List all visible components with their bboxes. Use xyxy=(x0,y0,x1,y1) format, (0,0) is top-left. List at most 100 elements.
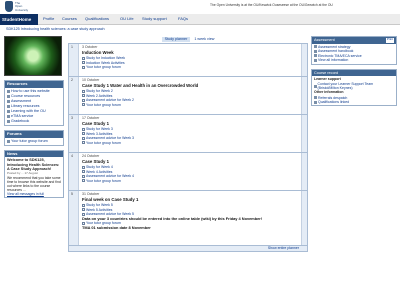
link-icon xyxy=(314,49,317,53)
week-item-label: Your tutor group forum xyxy=(86,178,121,183)
week-number: 4 xyxy=(69,153,79,190)
show-entire-planner-link[interactable]: Show entire planner xyxy=(68,245,308,252)
banner-text: The Open University is at the OU/Keswick… xyxy=(210,3,333,7)
top-banner: The Open University The Open University … xyxy=(0,0,400,14)
link-icon xyxy=(314,45,317,49)
news-headline: Welcome to SDK125, Introducing Health Sc… xyxy=(7,158,60,172)
assessment-icon xyxy=(82,136,85,140)
resources-item-label: How to use this website xyxy=(11,89,50,94)
ou-logo[interactable]: The Open University xyxy=(5,1,28,13)
print-button[interactable]: Print xyxy=(385,37,394,43)
learner-support-label: Contact your Learner Support Team (Brist… xyxy=(317,82,374,91)
news-box: News Welcome to SDK125, Introducing Heal… xyxy=(4,149,64,199)
resources-item-label: Assessment xyxy=(11,99,32,104)
activity-icon xyxy=(82,208,85,212)
link-icon xyxy=(7,109,10,113)
week-number: 2 xyxy=(69,77,79,114)
week-side xyxy=(301,115,307,152)
view-all-news-link[interactable]: View all messages in full xyxy=(7,192,61,196)
news-title: News xyxy=(5,150,63,158)
assessment-title: Assessment xyxy=(314,38,335,42)
study-icon xyxy=(82,165,85,169)
main-nav: StudentHome Profile Courses Qualificatio… xyxy=(0,14,400,25)
studenthome-brand[interactable]: StudentHome xyxy=(0,14,38,25)
week-item-label: Your tutor group forum xyxy=(86,65,121,70)
planner-label: Study planner xyxy=(161,37,191,42)
link-icon xyxy=(314,58,317,62)
tab-ou-life[interactable]: OU Life xyxy=(120,16,134,22)
other-info-label: Qualifications linked xyxy=(318,100,350,105)
resources-title: Resources xyxy=(5,81,63,88)
news-body: We recommend that you take some time to … xyxy=(7,175,61,192)
week-side xyxy=(301,77,307,114)
week-item[interactable]: Your tutor group forum xyxy=(82,65,298,70)
week-item[interactable]: Your tutor group forum xyxy=(82,141,298,146)
link-icon xyxy=(7,119,10,123)
assessment-item[interactable]: View all information xyxy=(314,58,394,63)
ou-shield-icon xyxy=(5,1,13,12)
week-number: 1 xyxy=(69,44,79,76)
week-row: 1 3 October Induction Week Study for Ind… xyxy=(68,43,308,76)
week-number: 3 xyxy=(69,115,79,152)
forum-icon xyxy=(82,65,85,69)
study-icon xyxy=(82,56,85,60)
tab-faqs[interactable]: FAQs xyxy=(178,16,188,22)
forums-box: Forums Your tutor group forum xyxy=(4,129,64,146)
tab-courses[interactable]: Courses xyxy=(62,16,77,22)
course-record-box: Course record Learner support Contact yo… xyxy=(311,68,397,107)
activity-icon xyxy=(82,170,85,174)
study-icon xyxy=(82,203,85,207)
planner-header: Study planner 1 week view xyxy=(68,36,308,43)
activity-icon xyxy=(82,132,85,136)
resources-item-label: eTMA service xyxy=(11,114,34,119)
week-side xyxy=(301,191,307,245)
week-item-label: Your tutor group forum xyxy=(86,140,121,145)
resources-item-label: Library resources xyxy=(11,104,40,109)
forum-icon xyxy=(82,141,85,145)
link-icon xyxy=(7,104,10,108)
left-column: Resources How to use this website Course… xyxy=(4,36,64,199)
week-side xyxy=(301,153,307,190)
week-item[interactable]: Your tutor group forum xyxy=(82,179,298,184)
breadcrumb[interactable]: SDK125 Introducing health sciences: a ca… xyxy=(6,27,105,31)
week-item-label: Your tutor group forum xyxy=(86,102,121,107)
other-info-item[interactable]: Qualifications linked xyxy=(314,100,394,105)
link-icon xyxy=(314,100,317,104)
course-hero-image xyxy=(4,36,62,76)
link-icon xyxy=(314,84,317,88)
assessment-icon xyxy=(82,174,85,178)
forum-item-label: Your tutor group forum xyxy=(11,138,48,143)
week-row: 5 31 October Final week on Case Study 1 … xyxy=(68,190,308,245)
week-number: 5 xyxy=(69,191,79,245)
link-icon xyxy=(314,96,317,100)
forum-item[interactable]: Your tutor group forum xyxy=(7,139,61,144)
planner-view-toggle[interactable]: 1 week view xyxy=(194,37,214,41)
tab-qualifications[interactable]: Qualifications xyxy=(85,16,109,22)
tab-profile[interactable]: Profile xyxy=(43,16,54,22)
resources-box: Resources How to use this website Course… xyxy=(4,80,64,126)
forum-icon xyxy=(7,139,10,143)
study-planner: Study planner 1 week view 1 3 October In… xyxy=(68,36,308,252)
resources-item-label: Gradebook xyxy=(11,119,30,124)
week-deadline: TMA 01 submission date 8 November xyxy=(82,224,151,230)
tab-study-support[interactable]: Study support xyxy=(142,16,167,22)
week-side xyxy=(301,44,307,76)
week-item[interactable]: Your tutor group forum xyxy=(82,103,298,108)
activity-icon xyxy=(82,94,85,98)
link-icon xyxy=(7,99,10,103)
resources-item-label: Learning with the OU xyxy=(11,109,46,114)
forum-icon xyxy=(82,103,85,107)
link-icon xyxy=(7,114,10,118)
link-icon xyxy=(314,54,317,58)
resources-item-label: Course resources xyxy=(11,94,41,99)
right-column: Assessment Print Assessment strategy Ass… xyxy=(311,36,397,110)
week-row: 2 10 October Case Study 1 Water and Heal… xyxy=(68,76,308,114)
study-icon xyxy=(82,89,85,93)
learner-support-item[interactable]: Contact your Learner Support Team (Brist… xyxy=(314,82,394,90)
resources-item[interactable]: Gradebook xyxy=(7,119,61,124)
link-icon xyxy=(7,89,10,93)
forum-icon xyxy=(82,179,85,183)
course-record-title: Course record xyxy=(314,70,339,75)
assessment-item-label: View all information xyxy=(318,58,349,63)
study-icon xyxy=(82,127,85,131)
